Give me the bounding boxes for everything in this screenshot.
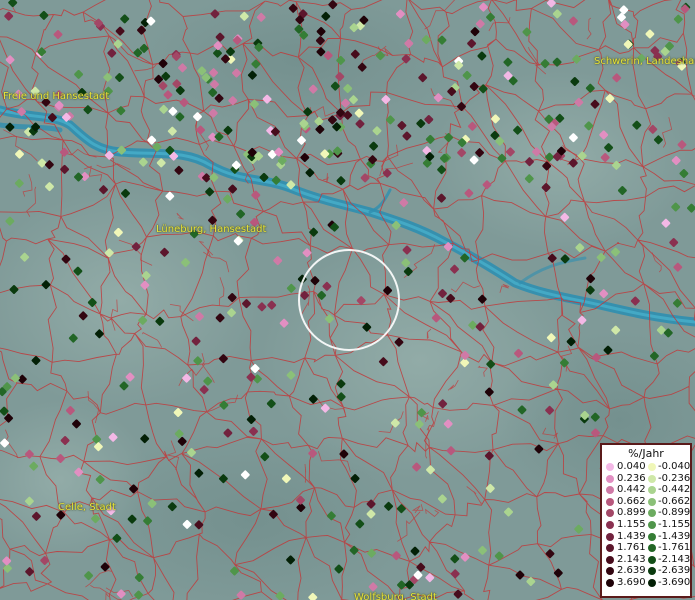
legend-value-positive: 0.040 [617, 461, 646, 472]
legend-row: 1.155 -1.155 [602, 519, 690, 531]
legend-value-positive: 0.442 [617, 484, 646, 496]
legend-value-positive: 1.761 [617, 542, 646, 554]
legend-value-negative: -0.662 [658, 495, 691, 507]
legend-swatch-positive [606, 544, 614, 553]
legend-rows: 0.040 -0.040 0.236 -0.236 0.442 -0.442 0.662 -0… [602, 461, 690, 589]
legend-value-negative: -2.143 [658, 553, 691, 565]
legend-swatch-positive [606, 578, 614, 587]
legend-swatch-negative [648, 509, 656, 518]
legend-value-negative: -0.899 [658, 507, 691, 519]
legend-swatch-negative [648, 567, 656, 576]
legend-value-negative: -3.690 [658, 576, 691, 588]
legend-value-positive: 1.155 [617, 518, 646, 530]
legend-value-positive: 2.639 [617, 565, 646, 577]
legend-value-positive: 1.439 [617, 530, 646, 542]
legend-row: 0.442 -0.442 [602, 484, 690, 496]
place-label-wolfsburg: Wolfsburg, Stadt [354, 592, 437, 600]
legend-row: 0.662 -0.662 [602, 496, 690, 508]
legend-swatch-positive [606, 463, 614, 471]
place-label-schwerin: Schwerin, Landeshau [594, 56, 695, 67]
legend-value-positive: 3.690 [617, 576, 646, 588]
legend-row: 0.040 -0.040 [602, 461, 690, 473]
legend-row: 0.899 -0.899 [602, 507, 690, 519]
place-label-hamburg: Freie und Hansestadt [3, 91, 110, 102]
legend-swatch-negative [648, 532, 656, 541]
legend-swatch-negative [648, 463, 656, 471]
legend-value-negative: -0.442 [658, 484, 691, 496]
legend-swatch-positive [606, 474, 614, 483]
legend-swatch-positive [606, 567, 614, 576]
legend-title: %/Jahr [628, 447, 664, 460]
legend-swatch-negative [648, 555, 656, 564]
legend-value-negative: -2.639 [658, 565, 691, 577]
legend-swatch-positive [606, 520, 614, 529]
legend-swatch-positive [606, 509, 614, 518]
legend-value-negative: -1.155 [658, 518, 691, 530]
legend-swatch-positive [606, 486, 614, 495]
legend-value-positive: 0.662 [617, 495, 646, 507]
legend-swatch-positive [606, 532, 614, 541]
legend-value-positive: 0.236 [617, 472, 646, 484]
legend-value-negative: -0.040 [658, 461, 691, 472]
legend-swatch-positive [606, 555, 614, 564]
legend-swatch-negative [648, 520, 656, 529]
legend-value-positive: 0.899 [617, 507, 646, 519]
place-label-lueneburg: Lüneburg, Hansestadt [156, 224, 267, 235]
legend-row: 2.143 -2.143 [602, 554, 690, 566]
legend-swatch-negative [648, 497, 656, 506]
legend: %/Jahr 0.040 -0.040 0.236 -0.236 0.442 -0.442… [600, 443, 692, 598]
legend-row: 0.236 -0.236 [602, 473, 690, 485]
legend-swatch-positive [606, 497, 614, 506]
legend-row: 2.639 -2.639 [602, 565, 690, 577]
legend-swatch-negative [648, 544, 656, 553]
legend-swatch-negative [648, 486, 656, 495]
legend-row: 1.439 -1.439 [602, 531, 690, 543]
legend-value-negative: -0.236 [658, 472, 691, 484]
legend-row: 3.690 -3.690 [602, 577, 690, 589]
legend-swatch-negative [648, 578, 656, 587]
legend-swatch-negative [648, 474, 656, 483]
legend-row: 1.761 -1.761 [602, 542, 690, 554]
legend-value-negative: -1.761 [658, 542, 691, 554]
place-label-celle: Celle, Stadt [58, 502, 116, 513]
legend-value-negative: -1.439 [658, 530, 691, 542]
legend-value-positive: 2.143 [617, 553, 646, 565]
map-view[interactable]: Freie und Hansestadt Lüneburg, Hansestad… [0, 0, 695, 600]
